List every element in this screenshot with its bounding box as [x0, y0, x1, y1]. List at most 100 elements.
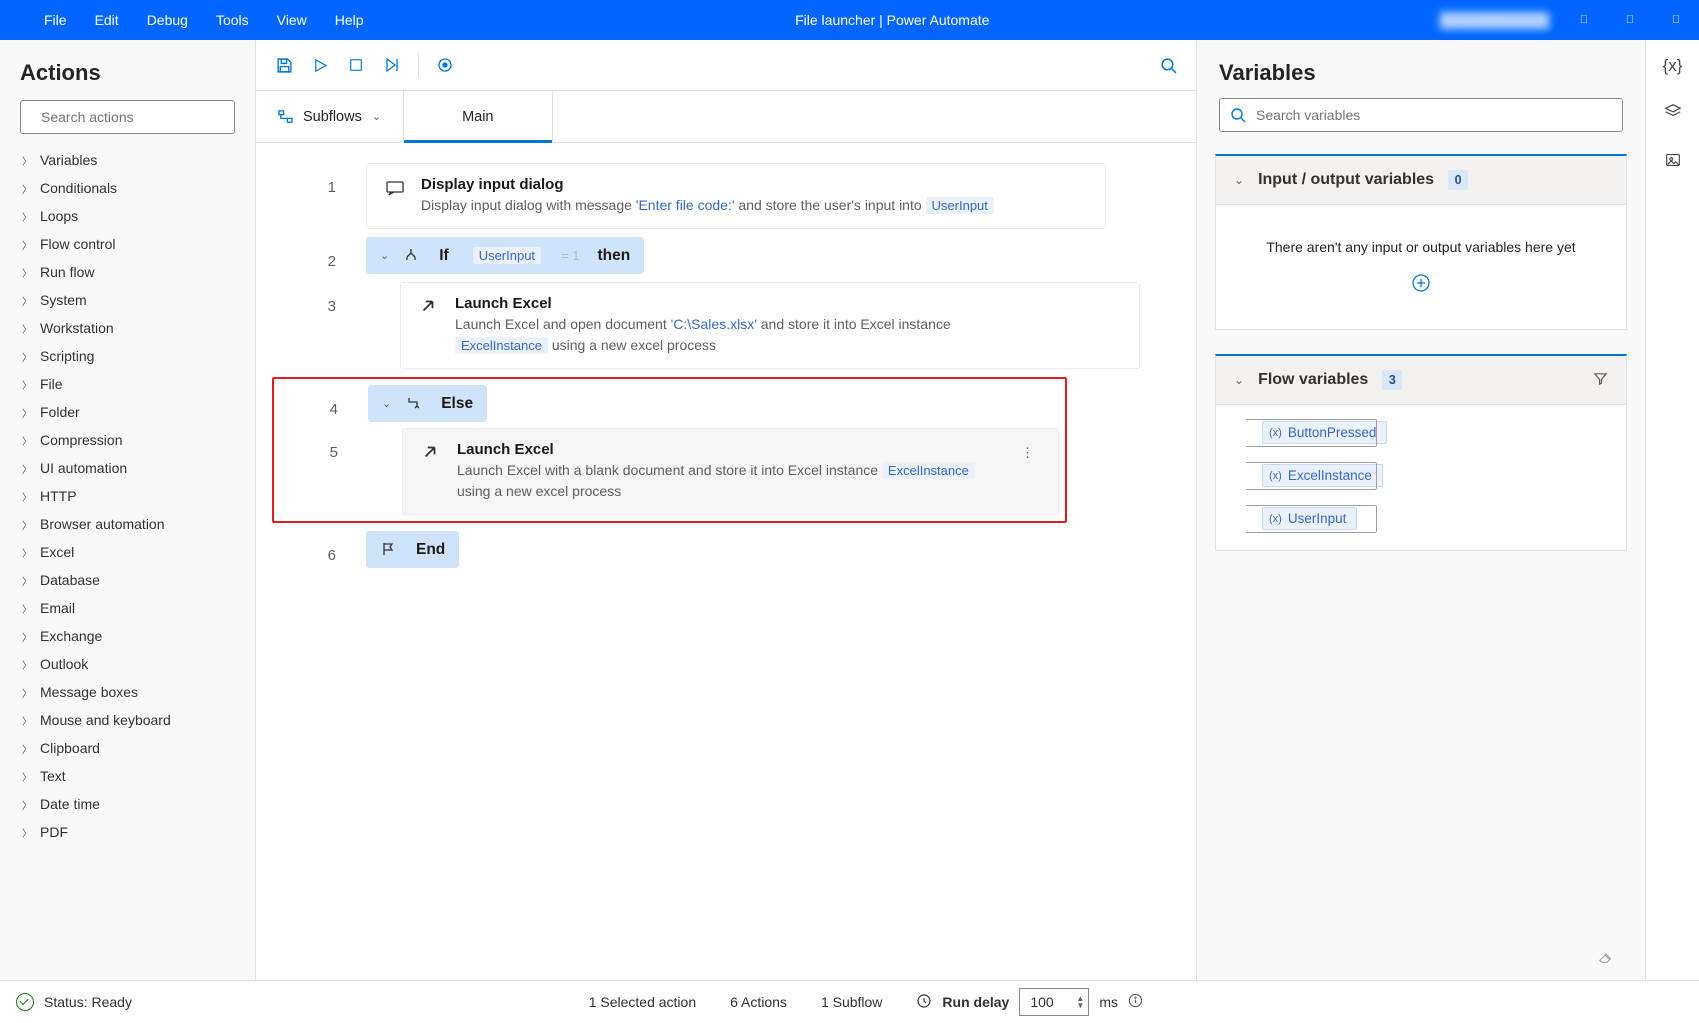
line-number: 6 — [278, 531, 366, 564]
action-description: Display input dialog with message 'Enter… — [421, 195, 1087, 216]
io-variables-count: 0 — [1448, 170, 1468, 190]
menu-tools[interactable]: Tools — [216, 12, 249, 28]
flow-variable[interactable]: (x)UserInput — [1216, 497, 1626, 540]
images-rail-icon[interactable] — [1664, 151, 1682, 174]
more-button[interactable]: ⋮ — [1015, 441, 1040, 465]
action-category[interactable]: 〉Scripting — [14, 342, 251, 370]
variables-rail-icon[interactable]: {x} — [1663, 56, 1683, 76]
variable-chip[interactable]: (x)ExcelInstance — [1262, 464, 1383, 487]
action-category[interactable]: 〉Message boxes — [14, 678, 251, 706]
action-category[interactable]: 〉PDF — [14, 818, 251, 846]
action-category[interactable]: 〉Loops — [14, 202, 251, 230]
action-category[interactable]: 〉Run flow — [14, 258, 251, 286]
variable-chip[interactable]: (x)UserInput — [1262, 507, 1357, 530]
minimize-button[interactable]:  — [1561, 0, 1607, 40]
chevron-right-icon: 〉 — [20, 237, 34, 252]
step-button[interactable] — [376, 49, 408, 81]
save-button[interactable] — [268, 49, 300, 81]
category-label: UI automation — [40, 460, 127, 476]
chevron-right-icon: 〉 — [20, 321, 34, 336]
flow-variable[interactable]: (x)ExcelInstance — [1216, 454, 1626, 497]
menu-view[interactable]: View — [277, 12, 307, 28]
stop-button[interactable] — [340, 49, 372, 81]
user-icon[interactable]:  — [1421, 12, 1432, 28]
category-label: Date time — [40, 796, 100, 812]
flow-canvas[interactable]: 1 Display input dialog Display input dia… — [256, 143, 1196, 980]
filter-icon[interactable] — [1593, 371, 1608, 389]
stepper-icon[interactable]: ▲▼ — [1076, 995, 1084, 1009]
variable-chip[interactable]: (x)ButtonPressed — [1262, 421, 1387, 444]
highlight-annotation: 4 ⌄ Else 5 — [272, 377, 1067, 523]
info-icon[interactable] — [1128, 993, 1143, 1011]
action-category[interactable]: 〉Browser automation — [14, 510, 251, 538]
action-description: Launch Excel and open document 'C:\Sales… — [455, 314, 1121, 356]
clock-icon — [916, 993, 932, 1012]
action-category[interactable]: 〉Clipboard — [14, 734, 251, 762]
menu-file[interactable]: File — [44, 12, 67, 28]
add-io-variable-button[interactable] — [1216, 273, 1626, 329]
category-label: Message boxes — [40, 684, 138, 700]
category-label: File — [40, 376, 63, 392]
category-label: Run flow — [40, 264, 94, 280]
menu-debug[interactable]: Debug — [147, 12, 188, 28]
chevron-right-icon: 〉 — [20, 657, 34, 672]
chevron-right-icon: 〉 — [20, 573, 34, 588]
io-variables-header[interactable]: ⌄ Input / output variables 0 — [1215, 154, 1627, 205]
actions-tree[interactable]: 〉Variables〉Conditionals〉Loops〉Flow contr… — [0, 146, 255, 980]
variables-search[interactable] — [1219, 98, 1623, 132]
tab-main[interactable]: Main — [404, 91, 552, 142]
block-if[interactable]: ⌄ If UserInput = 1 then — [366, 237, 644, 274]
action-category[interactable]: 〉Date time — [14, 790, 251, 818]
chevron-right-icon: 〉 — [20, 181, 34, 196]
subflows-dropdown[interactable]: Subflows ⌄ — [256, 91, 404, 142]
actions-search[interactable] — [20, 100, 235, 134]
layers-rail-icon[interactable] — [1664, 102, 1682, 125]
close-button[interactable]:  — [1653, 0, 1699, 40]
variables-title: Variables — [1219, 60, 1614, 86]
category-label: System — [40, 292, 87, 308]
action-category[interactable]: 〉Exchange — [14, 622, 251, 650]
collapse-icon[interactable]: ⌄ — [382, 397, 391, 410]
action-category[interactable]: 〉File — [14, 370, 251, 398]
run-delay-input[interactable]: 100 ▲▼ — [1019, 988, 1089, 1016]
action-category[interactable]: 〉Workstation — [14, 314, 251, 342]
action-display-input-dialog[interactable]: Display input dialog Display input dialo… — [366, 163, 1106, 229]
search-flow-button[interactable] — [1152, 49, 1184, 81]
maximize-button[interactable]:  — [1607, 0, 1653, 40]
action-launch-excel-blank[interactable]: Launch Excel Launch Excel with a blank d… — [402, 428, 1059, 515]
menu-help[interactable]: Help — [335, 12, 364, 28]
action-category[interactable]: 〉UI automation — [14, 454, 251, 482]
block-else[interactable]: ⌄ Else — [368, 385, 487, 422]
action-category[interactable]: 〉Conditionals — [14, 174, 251, 202]
flow-variable[interactable]: (x)ButtonPressed — [1216, 411, 1626, 454]
variables-search-input[interactable] — [1254, 106, 1612, 124]
action-category[interactable]: 〉Compression — [14, 426, 251, 454]
actions-search-input[interactable] — [39, 108, 224, 126]
run-button[interactable] — [304, 49, 336, 81]
variables-panel: Variables  ⌄ Input / output variables 0… — [1196, 40, 1645, 980]
action-category[interactable]: 〉Database — [14, 566, 251, 594]
category-label: Excel — [40, 544, 74, 560]
action-category[interactable]: 〉Folder — [14, 398, 251, 426]
collapse-icon[interactable]: ⌄ — [380, 249, 389, 262]
erase-icon[interactable] — [1597, 947, 1615, 968]
action-launch-excel-open[interactable]: Launch Excel Launch Excel and open docum… — [400, 282, 1140, 369]
action-category[interactable]: 〉Excel — [14, 538, 251, 566]
action-category[interactable]: 〉Flow control — [14, 230, 251, 258]
record-button[interactable] — [429, 49, 461, 81]
action-category[interactable]: 〉Text — [14, 762, 251, 790]
action-category[interactable]: 〉Mouse and keyboard — [14, 706, 251, 734]
action-category[interactable]: 〉Outlook — [14, 650, 251, 678]
action-category[interactable]: 〉HTTP — [14, 482, 251, 510]
status-bar: Status: Ready 1 Selected action 6 Action… — [0, 980, 1699, 1023]
action-category[interactable]: 〉Variables — [14, 146, 251, 174]
menu-edit[interactable]: Edit — [95, 12, 119, 28]
block-end[interactable]: End — [366, 531, 459, 568]
chevron-right-icon: 〉 — [20, 629, 34, 644]
action-category[interactable]: 〉Email — [14, 594, 251, 622]
line-number: 5 — [280, 428, 368, 461]
close-panel-button[interactable]:  — [1614, 66, 1623, 81]
flow-variables-header[interactable]: ⌄ Flow variables 3 — [1215, 354, 1627, 405]
category-label: Folder — [40, 404, 80, 420]
action-category[interactable]: 〉System — [14, 286, 251, 314]
